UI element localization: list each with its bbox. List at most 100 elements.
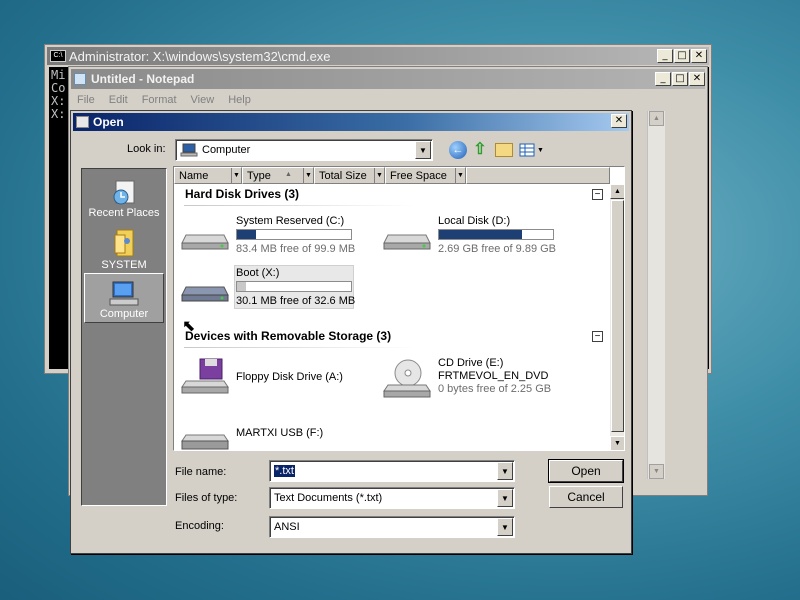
- usb-drive-icon: [181, 434, 229, 450]
- notepad-title: Untitled - Notepad: [91, 72, 195, 86]
- dropdown-arrow-icon[interactable]: ▼: [497, 489, 513, 507]
- scroll-up-arrow-icon[interactable]: ▲: [649, 111, 664, 126]
- dropdown-arrow-icon[interactable]: ▼: [415, 141, 431, 159]
- places-bar: Recent Places SYSTEM Computer: [81, 168, 167, 506]
- column-dropdown-icon[interactable]: ▼: [303, 168, 313, 183]
- menu-help[interactable]: Help: [228, 94, 251, 106]
- notepad-scrollbar[interactable]: ▲ ▼: [647, 111, 665, 479]
- drive-name: MARTXI USB (F:): [236, 427, 324, 439]
- minimize-button[interactable]: _: [657, 49, 673, 63]
- cmd-app-icon: C:\: [50, 50, 66, 62]
- close-button[interactable]: ✕: [689, 72, 705, 86]
- encoding-label: Encoding:: [175, 520, 224, 532]
- column-dropdown-icon[interactable]: ▼: [374, 168, 384, 183]
- place-recent-places[interactable]: Recent Places: [84, 171, 164, 221]
- drive-usage-bar: [236, 281, 352, 292]
- place-label: SYSTEM: [101, 259, 147, 271]
- column-header-type[interactable]: Type ▲ ▼: [242, 167, 314, 184]
- place-label: Recent Places: [88, 207, 160, 219]
- open-button[interactable]: Open: [548, 459, 624, 483]
- place-system[interactable]: SYSTEM: [84, 223, 164, 273]
- views-menu-icon[interactable]: ▼: [519, 141, 545, 159]
- scroll-down-arrow-icon[interactable]: ▼: [649, 464, 664, 479]
- file-view-scrollbar[interactable]: ▲ ▼: [610, 184, 624, 450]
- hard-drive-icon: [383, 234, 431, 250]
- collapse-group-icon[interactable]: −: [592, 189, 603, 200]
- scroll-up-arrow-icon[interactable]: ▲: [610, 184, 624, 199]
- column-header-total-size[interactable]: Total Size ▼: [314, 167, 385, 184]
- dialog-titlebar[interactable]: Open: [73, 113, 629, 131]
- cancel-button[interactable]: Cancel: [549, 486, 623, 508]
- minimize-button[interactable]: _: [655, 72, 671, 86]
- notepad-app-icon: [74, 73, 86, 85]
- back-icon[interactable]: ←: [449, 141, 467, 159]
- drive-usage-bar: [438, 229, 554, 240]
- drive-usage-bar: [236, 229, 352, 240]
- column-dropdown-icon[interactable]: ▼: [231, 168, 241, 183]
- cd-drive-icon: [383, 359, 431, 398]
- file-type-select[interactable]: Text Documents (*.txt) ▼: [269, 487, 515, 509]
- mouse-cursor-icon: ⬉: [182, 318, 196, 335]
- group-removable-storage: Devices with Removable Storage (3): [185, 329, 392, 343]
- menu-view[interactable]: View: [191, 94, 215, 106]
- collapse-group-icon[interactable]: −: [592, 331, 603, 342]
- group-hard-disk-drives: Hard Disk Drives (3): [185, 187, 300, 201]
- drive-d[interactable]: Local Disk (D:) 2.69 GB free of 9.89 GB: [382, 215, 582, 257]
- dialog-title: Open: [93, 115, 124, 129]
- menu-format[interactable]: Format: [142, 94, 177, 106]
- drive-free-space: 2.69 GB free of 9.89 GB: [438, 243, 557, 255]
- user-folder-icon: [114, 229, 134, 257]
- column-label: Type: [247, 169, 271, 182]
- drive-volume-label: FRTMEVOL_EN_DVD: [438, 370, 549, 382]
- column-header-name[interactable]: Name ▼: [174, 167, 242, 184]
- column-dropdown-icon[interactable]: ▼: [455, 168, 465, 183]
- new-folder-icon[interactable]: [495, 143, 513, 157]
- file-view[interactable]: Name ▼ Type ▲ ▼ Total Size ▼ Free Space …: [173, 166, 625, 451]
- computer-icon: [109, 281, 139, 306]
- scroll-down-arrow-icon[interactable]: ▼: [610, 436, 624, 450]
- cmd-title: Administrator: X:\windows\system32\cmd.e…: [69, 48, 331, 64]
- file-name-value: *.txt: [274, 465, 295, 477]
- encoding-select[interactable]: ANSI ▼: [269, 516, 515, 538]
- close-button[interactable]: ✕: [611, 114, 627, 128]
- drive-a[interactable]: Floppy Disk Drive (A:): [180, 357, 380, 399]
- maximize-button[interactable]: □: [674, 49, 690, 63]
- drive-e[interactable]: CD Drive (E:) FRTMEVOL_EN_DVD 0 bytes fr…: [382, 357, 602, 405]
- drive-name: Boot (X:): [236, 267, 280, 279]
- hard-drive-icon: [181, 286, 229, 302]
- group-divider: [184, 205, 416, 206]
- look-in-label: Look in:: [127, 143, 166, 155]
- floppy-drive-icon: [181, 358, 229, 394]
- place-computer[interactable]: Computer: [84, 273, 164, 323]
- column-label: Name: [179, 169, 209, 182]
- dropdown-arrow-icon[interactable]: ▼: [497, 462, 513, 480]
- drive-name: System Reserved (C:): [236, 215, 345, 227]
- notepad-titlebar[interactable]: Untitled - Notepad: [71, 69, 705, 89]
- sort-ascending-icon: ▲: [285, 171, 292, 178]
- up-folder-icon[interactable]: ⇧: [471, 139, 489, 159]
- computer-icon: [180, 143, 198, 157]
- menu-file[interactable]: File: [77, 94, 95, 106]
- cmd-titlebar[interactable]: C:\ Administrator: X:\windows\system32\c…: [47, 47, 709, 65]
- open-dialog[interactable]: Open ✕ Look in: Computer ▼ ← ⇧ ▼ Recent …: [70, 110, 632, 554]
- hard-drive-icon: [181, 234, 229, 250]
- encoding-value: ANSI: [274, 521, 300, 533]
- scroll-thumb[interactable]: [611, 200, 624, 432]
- column-header-free-space[interactable]: Free Space ▼: [385, 167, 466, 184]
- drive-free-space: 0 bytes free of 2.25 GB: [438, 383, 552, 395]
- group-divider: [184, 347, 416, 348]
- file-type-value: Text Documents (*.txt): [274, 492, 383, 504]
- drive-free-space: 83.4 MB free of 99.9 MB: [236, 243, 356, 255]
- dropdown-arrow-icon[interactable]: ▼: [497, 518, 513, 536]
- maximize-button[interactable]: □: [672, 72, 688, 86]
- drive-c[interactable]: System Reserved (C:) 83.4 MB free of 99.…: [180, 215, 380, 257]
- look-in-combo[interactable]: Computer ▼: [175, 139, 433, 161]
- recent-places-icon: [113, 180, 135, 205]
- drive-x[interactable]: Boot (X:) 30.1 MB free of 32.6 MB: [180, 265, 355, 311]
- column-header-filler: [466, 167, 610, 184]
- file-name-label: File name:: [175, 466, 227, 478]
- file-name-input[interactable]: *.txt ▼: [269, 460, 515, 482]
- menu-edit[interactable]: Edit: [109, 94, 128, 106]
- close-button[interactable]: ✕: [691, 49, 707, 63]
- drive-f[interactable]: MARTXI USB (F:): [180, 419, 380, 450]
